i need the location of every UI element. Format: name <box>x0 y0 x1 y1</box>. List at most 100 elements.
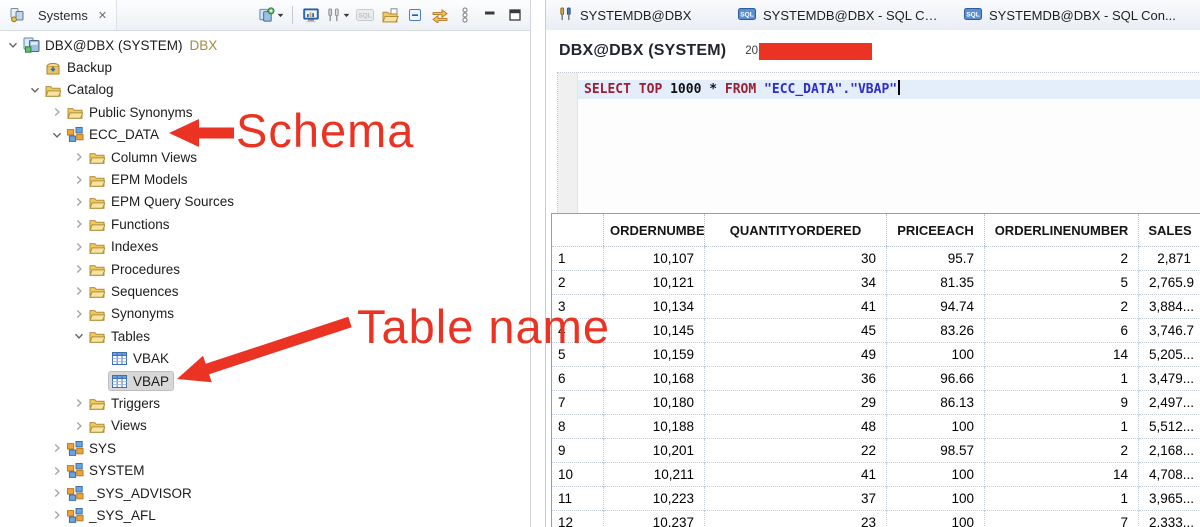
sql-editor[interactable]: SELECT TOP 1000 * FROM "ECC_DATA"."VBAP" <box>557 72 1200 214</box>
tree-item-system[interactable]: SYSTEM <box>0 459 530 481</box>
tree-item-box[interactable]: _SYS_AFL <box>65 506 160 524</box>
result-cell[interactable]: 10,121 <box>604 271 705 295</box>
row-number-cell[interactable]: 11 <box>552 487 604 511</box>
tree-item-public-synonyms[interactable]: Public Synonyms <box>0 101 530 123</box>
tree-item-box[interactable]: Synonyms <box>87 305 178 323</box>
chevron-collapsed-icon[interactable] <box>70 194 87 210</box>
result-cell[interactable]: 30 <box>705 247 887 271</box>
tree-item-box[interactable]: SYSTEM <box>65 462 149 480</box>
result-cell[interactable]: 14 <box>985 463 1139 487</box>
result-cell[interactable]: 2,871 <box>1139 247 1200 271</box>
result-cell[interactable]: 9 <box>985 391 1139 415</box>
result-cell[interactable]: 36 <box>705 367 887 391</box>
tree-item-box[interactable]: Column Views <box>87 148 201 166</box>
result-cell[interactable]: 34 <box>705 271 887 295</box>
tree-item-procedures[interactable]: Procedures <box>0 258 530 280</box>
chevron-collapsed-icon[interactable] <box>48 463 65 479</box>
tree-item-ecc-data[interactable]: ECC_DATA <box>0 124 530 146</box>
result-cell[interactable]: 41 <box>705 463 887 487</box>
chevron-collapsed-icon[interactable] <box>70 172 87 188</box>
sql-statement-line[interactable]: SELECT TOP 1000 * FROM "ECC_DATA"."VBAP" <box>578 80 1200 99</box>
chevron-down-icon[interactable] <box>343 13 350 18</box>
result-cell[interactable]: 100 <box>887 463 985 487</box>
administration-console-button[interactable] <box>300 4 322 26</box>
tree-item-vbap[interactable]: VBAP <box>0 370 530 392</box>
result-cell[interactable]: 10,237 <box>604 511 705 527</box>
tree-item-tables[interactable]: Tables <box>0 325 530 347</box>
result-cell[interactable]: 2,333... <box>1139 511 1200 527</box>
result-cell[interactable]: 37 <box>705 487 887 511</box>
result-cell[interactable]: 1 <box>985 487 1139 511</box>
chevron-down-icon[interactable] <box>277 13 284 18</box>
tab-systems[interactable]: Systems ✕ <box>0 0 117 30</box>
result-cell[interactable]: 10,188 <box>604 415 705 439</box>
result-cell[interactable]: 4,708... <box>1139 463 1200 487</box>
result-cell[interactable]: 29 <box>705 391 887 415</box>
tree-item-box[interactable]: ECC_DATA <box>65 126 163 144</box>
tree-item-box[interactable]: Indexes <box>87 238 162 256</box>
tree-item-box[interactable]: Backup <box>43 59 116 77</box>
row-number-cell[interactable]: 2 <box>552 271 604 295</box>
column-header-ordernumber[interactable]: ORDERNUMBER <box>604 214 705 247</box>
row-number-cell[interactable]: 5 <box>552 343 604 367</box>
tree-item-triggers[interactable]: Triggers <box>0 392 530 414</box>
tree-item-box[interactable]: VBAP <box>109 372 173 390</box>
chevron-collapsed-icon[interactable] <box>48 507 65 523</box>
chevron-collapsed-icon[interactable] <box>70 149 87 165</box>
tree-item-indexes[interactable]: Indexes <box>0 236 530 258</box>
tree-item-box[interactable]: EPM Models <box>87 171 192 189</box>
tree-item-box[interactable]: Tables <box>87 327 154 345</box>
tree-item-box[interactable]: Sequences <box>87 282 183 300</box>
tree-item-synonyms[interactable]: Synonyms <box>0 303 530 325</box>
row-number-cell[interactable]: 3 <box>552 295 604 319</box>
result-cell[interactable]: 41 <box>705 295 887 319</box>
result-cell[interactable]: 10,145 <box>604 319 705 343</box>
row-number-cell[interactable]: 12 <box>552 511 604 527</box>
tree-item-box[interactable]: Catalog <box>43 81 118 99</box>
row-number-cell[interactable]: 4 <box>552 319 604 343</box>
result-cell[interactable]: 3,884... <box>1139 295 1200 319</box>
editor-code-area[interactable]: SELECT TOP 1000 * FROM "ECC_DATA"."VBAP" <box>578 73 1200 214</box>
result-cell[interactable]: 98.57 <box>887 439 985 463</box>
result-cell[interactable]: 2,765.9 <box>1139 271 1200 295</box>
maximize-view-button[interactable] <box>504 4 526 26</box>
tree-item-box[interactable]: VBAK <box>109 350 173 368</box>
tree-item-sys[interactable]: SYS <box>0 437 530 459</box>
editor-tab-3[interactable]: SQLSYSTEMDB@DBX - SQL Con... <box>952 0 1200 30</box>
tree-item-views[interactable]: Views <box>0 415 530 437</box>
editor-tab-2[interactable]: SQLSYSTEMDB@DBX - SQL Con... <box>726 0 952 30</box>
tree-item-box[interactable]: Triggers <box>87 394 164 412</box>
tree-item-epm-models[interactable]: EPM Models <box>0 168 530 190</box>
close-icon[interactable]: ✕ <box>98 9 107 22</box>
result-cell[interactable]: 2,497... <box>1139 391 1200 415</box>
result-cell[interactable]: 2,168... <box>1139 439 1200 463</box>
column-header-quantityordered[interactable]: QUANTITYORDERED <box>705 214 887 247</box>
new-system-button[interactable] <box>257 4 285 26</box>
result-cell[interactable]: 5 <box>985 271 1139 295</box>
chevron-collapsed-icon[interactable] <box>70 216 87 232</box>
result-cell[interactable]: 22 <box>705 439 887 463</box>
result-cell[interactable]: 10,211 <box>604 463 705 487</box>
view-menu-button[interactable] <box>454 4 476 26</box>
chevron-expanded-icon[interactable] <box>48 127 65 143</box>
result-cell[interactable]: 100 <box>887 487 985 511</box>
result-cell[interactable]: 5,512... <box>1139 415 1200 439</box>
row-number-cell[interactable]: 10 <box>552 463 604 487</box>
row-number-cell[interactable]: 7 <box>552 391 604 415</box>
result-cell[interactable]: 83.26 <box>887 319 985 343</box>
result-cell[interactable]: 23 <box>705 511 887 527</box>
chevron-collapsed-icon[interactable] <box>70 306 87 322</box>
result-cell[interactable]: 10,180 <box>604 391 705 415</box>
result-cell[interactable]: 10,107 <box>604 247 705 271</box>
chevron-collapsed-icon[interactable] <box>70 261 87 277</box>
tree-item-box[interactable]: SYS <box>65 439 120 457</box>
result-cell[interactable]: 96.66 <box>887 367 985 391</box>
result-cell[interactable]: 3,479... <box>1139 367 1200 391</box>
chevron-collapsed-icon[interactable] <box>48 104 65 120</box>
chevron-collapsed-icon[interactable] <box>70 395 87 411</box>
chevron-expanded-icon[interactable] <box>26 82 43 98</box>
tree-item-functions[interactable]: Functions <box>0 213 530 235</box>
tree-item-box[interactable]: Views <box>87 417 151 435</box>
result-cell[interactable]: 7 <box>985 511 1139 527</box>
result-cell[interactable]: 6 <box>985 319 1139 343</box>
